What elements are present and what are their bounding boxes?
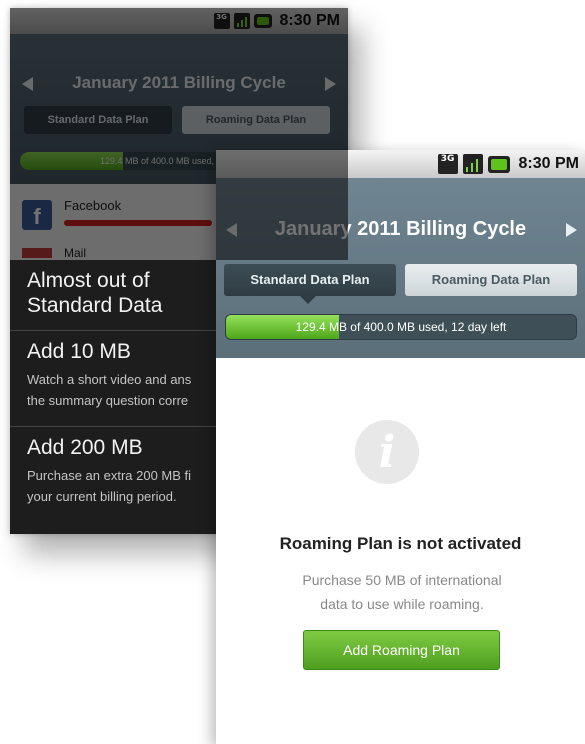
billing-header: January 2011 Billing Cycle Standard Data… [216, 178, 585, 358]
dialog-title-line1: Almost out of [27, 269, 150, 292]
signal-icon [462, 154, 483, 174]
option-desc-line2: the summary question corre [27, 393, 189, 408]
info-icon: i [355, 420, 419, 484]
option-title: Add 200 MB [27, 436, 143, 459]
tab-roaming-data-plan[interactable]: Roaming Data Plan [405, 264, 577, 296]
dialog-title-line2: Standard Data [27, 294, 163, 317]
3g-icon: 3G [437, 154, 458, 174]
mail-icon [22, 248, 52, 258]
facebook-icon: f [22, 200, 52, 230]
option-desc-line1: Watch a short video and ans [27, 372, 192, 387]
front-phone-screen: 3G 8:30 PM January 2011 Billing Cycle St… [216, 150, 585, 744]
billing-cycle-title: January 2011 Billing Cycle [72, 73, 286, 92]
tab-standard-data-plan[interactable]: Standard Data Plan [24, 106, 172, 134]
billing-cycle-nav: January 2011 Billing Cycle [10, 68, 348, 98]
description-line1: Purchase 50 MB of international [302, 572, 502, 588]
signal-icon [233, 13, 250, 29]
tab-roaming-data-plan[interactable]: Roaming Data Plan [182, 106, 330, 134]
tab-standard-data-plan[interactable]: Standard Data Plan [224, 264, 396, 304]
next-cycle-arrow-icon[interactable] [325, 77, 336, 91]
add-roaming-plan-button[interactable]: Add Roaming Plan [303, 630, 500, 670]
battery-icon [487, 155, 510, 173]
description-line2: data to use while roaming. [320, 596, 484, 612]
option-desc-line2: your current billing period. [27, 489, 177, 504]
status-bar: 3G 8:30 PM [216, 150, 585, 178]
option-desc-line1: Purchase an extra 200 MB fi [27, 468, 192, 483]
prev-cycle-arrow-icon[interactable] [22, 77, 33, 91]
status-bar: 3G 8:30 PM [10, 8, 348, 34]
option-title: Add 10 MB [27, 340, 131, 363]
app-name-mail: Mail [64, 246, 87, 260]
prev-cycle-arrow-icon[interactable] [226, 223, 237, 237]
billing-cycle-title: January 2011 Billing Cycle [274, 218, 527, 240]
3g-icon: 3G [213, 13, 230, 29]
usage-progress-bar: 129.4 MB of 400.0 MB used, 12 day left [225, 314, 577, 340]
roaming-status-title: Roaming Plan is not activated [279, 534, 522, 553]
battery-icon [253, 14, 272, 28]
billing-cycle-nav: January 2011 Billing Cycle [216, 214, 585, 246]
next-cycle-arrow-icon[interactable] [566, 223, 577, 237]
usage-text: 129.4 MB of 400.0 MB used, 12 day left [295, 320, 507, 334]
app-name-facebook: Facebook [64, 198, 122, 213]
dialog-title: Almost out of Standard Data [27, 268, 162, 318]
roaming-status-description: Purchase 50 MB of international data to … [266, 568, 538, 616]
status-time: 8:30 PM [518, 155, 579, 172]
status-time: 8:30 PM [279, 12, 340, 29]
app-usage-bar [64, 220, 212, 226]
